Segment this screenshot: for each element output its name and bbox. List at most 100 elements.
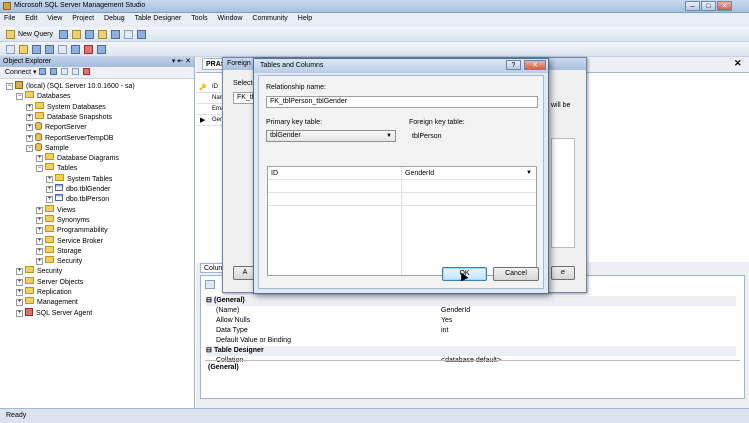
- collapse-icon[interactable]: −: [36, 165, 43, 173]
- tree-node[interactable]: + Service Broker: [36, 235, 103, 246]
- registered-servers-icon[interactable]: [136, 30, 146, 39]
- empty-grid-row[interactable]: [268, 180, 536, 193]
- tree-node[interactable]: + Synonyms: [36, 214, 90, 225]
- expand-icon[interactable]: +: [36, 247, 43, 255]
- property-row[interactable]: Data Type int: [206, 326, 736, 336]
- panel-pin-controls[interactable]: ▾ ⇤ ✕: [172, 57, 191, 67]
- expand-icon[interactable]: +: [36, 227, 43, 235]
- expand-icon[interactable]: +: [16, 268, 23, 276]
- tree-node[interactable]: + Replication: [16, 287, 72, 297]
- tree-node[interactable]: + System Tables: [46, 173, 112, 184]
- minimize-button[interactable]: –: [685, 1, 700, 11]
- tree-node[interactable]: − Sample: [26, 142, 69, 153]
- tree-node[interactable]: + Programmability: [36, 225, 108, 235]
- expand-icon[interactable]: +: [36, 155, 43, 163]
- menu-file[interactable]: File: [0, 13, 19, 24]
- menu-community[interactable]: Community: [248, 13, 291, 24]
- collapse-icon[interactable]: ⊟: [206, 296, 212, 306]
- filter-icon[interactable]: [72, 68, 80, 75]
- tree-node[interactable]: − (local) (SQL Server 10.0.1600 - sa): [6, 81, 135, 91]
- menu-table-designer[interactable]: Table Designer: [131, 13, 186, 24]
- menu-view[interactable]: View: [43, 13, 66, 24]
- spatial-indexes-icon[interactable]: [96, 45, 106, 54]
- close-dialog-button[interactable]: ✕: [524, 60, 546, 70]
- new-query-icon[interactable]: [6, 30, 15, 39]
- tree-node[interactable]: + Database Snapshots: [26, 111, 112, 122]
- empty-grid-row[interactable]: [268, 193, 536, 206]
- tree-node[interactable]: + dbo.tblPerson: [46, 194, 109, 204]
- xml-indexes-icon[interactable]: [70, 45, 80, 54]
- save-icon[interactable]: [110, 30, 120, 39]
- expand-icon[interactable]: +: [36, 258, 43, 266]
- menu-debug[interactable]: Debug: [100, 13, 129, 24]
- help-icon[interactable]: ?: [506, 60, 521, 70]
- close-button[interactable]: e: [551, 266, 575, 280]
- relationship-name-field[interactable]: FK_tblPerson_tblGender: [266, 96, 538, 108]
- cancel-button[interactable]: Cancel: [493, 267, 539, 281]
- primary-key-column-cell[interactable]: ID: [268, 167, 401, 180]
- connect-button[interactable]: Connect ▾: [5, 69, 37, 76]
- indexes-keys-icon[interactable]: [44, 45, 54, 54]
- expand-icon[interactable]: +: [26, 113, 33, 121]
- property-category[interactable]: ⊟ Table Designer: [206, 346, 736, 356]
- close-window-button[interactable]: ✕: [717, 1, 732, 11]
- property-category[interactable]: ⊟ (General): [206, 296, 736, 306]
- expand-icon[interactable]: +: [36, 206, 43, 214]
- maximize-button[interactable]: □: [701, 1, 716, 11]
- expand-icon[interactable]: +: [46, 196, 53, 204]
- expand-icon[interactable]: +: [26, 134, 33, 142]
- menu-window[interactable]: Window: [214, 13, 247, 24]
- foreign-key-column-cell[interactable]: GenderId ▼: [402, 167, 536, 180]
- collapse-icon[interactable]: ⊟: [206, 346, 212, 356]
- disconnect-icon[interactable]: [50, 68, 58, 75]
- relationships-icon[interactable]: [31, 45, 41, 54]
- property-row[interactable]: Default Value or Binding: [206, 336, 736, 346]
- menu-help[interactable]: Help: [294, 13, 316, 24]
- check-constraints-icon[interactable]: [83, 45, 93, 54]
- expand-icon[interactable]: +: [36, 237, 43, 245]
- expand-icon[interactable]: +: [46, 186, 53, 193]
- new-query-button[interactable]: New Query: [18, 31, 53, 38]
- refresh-icon[interactable]: [83, 68, 91, 75]
- tree-node[interactable]: + ReportServerTempDB: [26, 132, 113, 143]
- menu-tools[interactable]: Tools: [187, 13, 211, 24]
- categorized-icon[interactable]: [205, 280, 215, 289]
- tree-node[interactable]: − Databases: [16, 91, 70, 101]
- tree-node[interactable]: + Management: [16, 297, 78, 307]
- fulltext-index-icon[interactable]: [57, 45, 67, 54]
- analysis-query-icon[interactable]: [71, 30, 81, 39]
- chevron-down-icon[interactable]: ▼: [526, 167, 532, 180]
- database-engine-query-icon[interactable]: [58, 30, 68, 39]
- expand-icon[interactable]: +: [16, 278, 23, 286]
- tree-node[interactable]: + Security: [36, 256, 82, 266]
- tree-node[interactable]: + dbo.tblGender: [46, 184, 110, 194]
- tree-node[interactable]: + Server Objects: [16, 276, 83, 287]
- expand-icon[interactable]: +: [26, 124, 33, 132]
- primary-key-icon[interactable]: [18, 45, 28, 54]
- tree-node[interactable]: + Views: [36, 204, 76, 215]
- tree-node[interactable]: + SQL Server Agent: [16, 307, 92, 318]
- tree-node[interactable]: + Storage: [36, 245, 82, 256]
- tree-node[interactable]: + Database Diagrams: [36, 153, 119, 163]
- property-row[interactable]: Allow Nulls Yes: [206, 316, 736, 326]
- mdx-query-icon[interactable]: [84, 30, 94, 39]
- collapse-icon[interactable]: −: [26, 144, 33, 152]
- connect-icon[interactable]: [39, 68, 47, 75]
- expand-icon[interactable]: +: [16, 309, 23, 317]
- expand-icon[interactable]: +: [16, 299, 23, 307]
- expand-icon[interactable]: +: [36, 216, 43, 224]
- expand-icon[interactable]: +: [46, 175, 53, 183]
- tree-node[interactable]: + System Databases: [26, 101, 106, 112]
- primary-key-table-select[interactable]: tblGender ▼: [266, 130, 396, 142]
- save-all-icon[interactable]: [123, 30, 133, 39]
- collapse-icon[interactable]: −: [6, 83, 13, 90]
- open-file-icon[interactable]: [97, 30, 107, 39]
- menu-project[interactable]: Project: [68, 13, 98, 24]
- menu-edit[interactable]: Edit: [21, 13, 41, 24]
- tree-node[interactable]: + Security: [16, 266, 62, 276]
- expand-icon[interactable]: +: [26, 103, 33, 111]
- tree-node[interactable]: − Tables: [36, 163, 77, 173]
- expand-icon[interactable]: +: [16, 289, 23, 296]
- tree-node[interactable]: + ReportServer: [26, 122, 87, 132]
- stop-icon[interactable]: [61, 68, 69, 75]
